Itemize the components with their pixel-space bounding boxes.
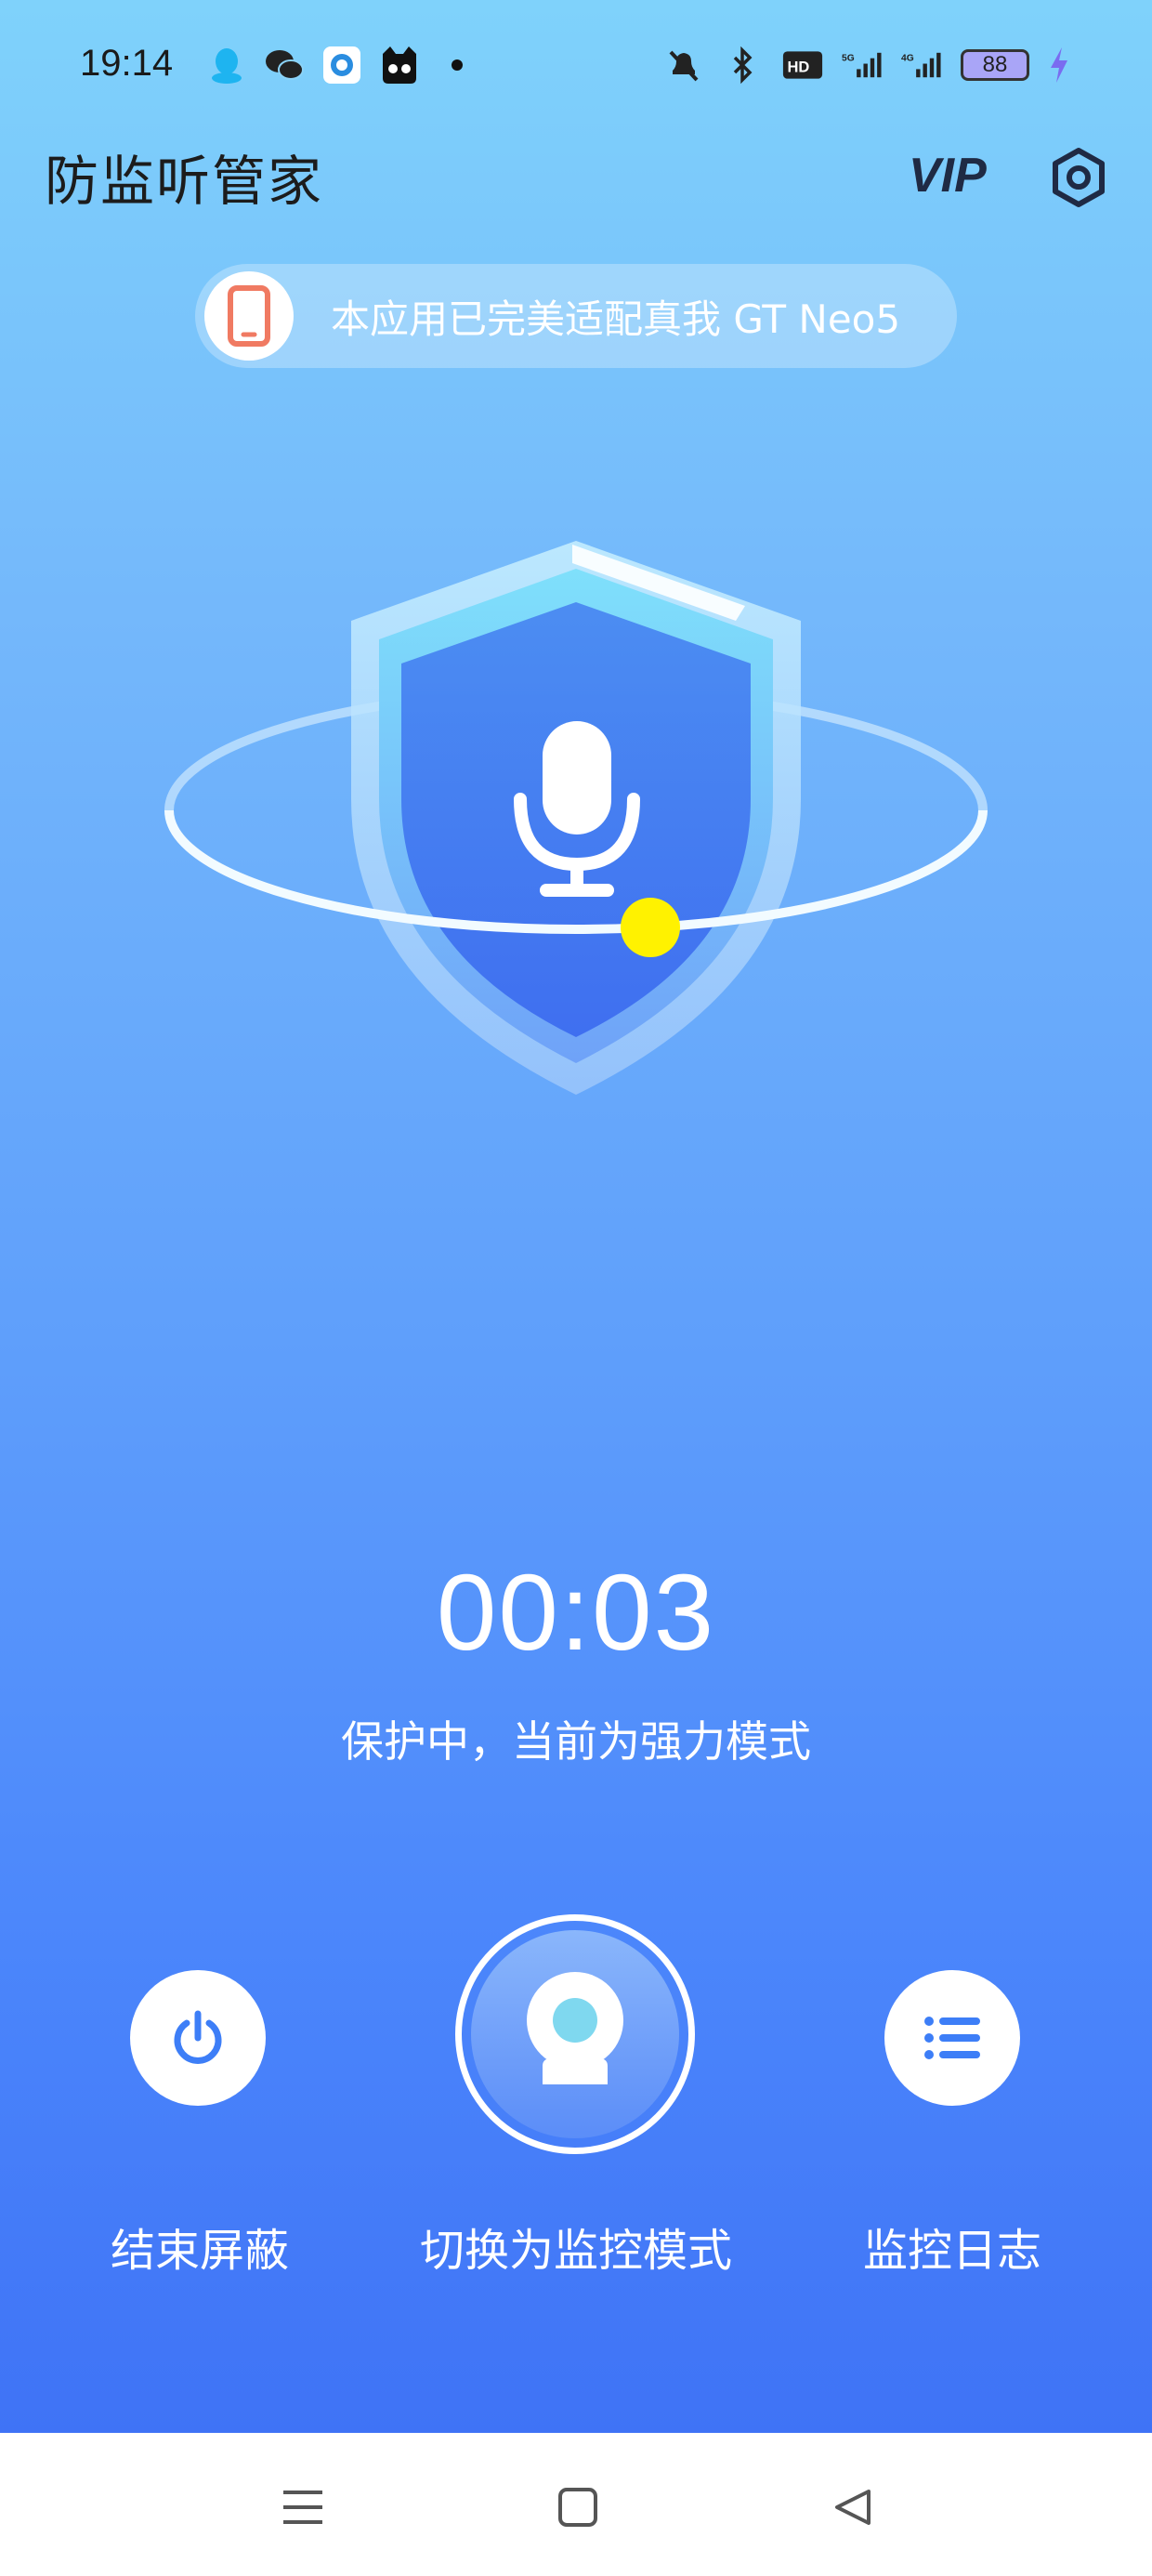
- status-time: 19:14: [80, 43, 174, 84]
- mute-icon: [663, 45, 704, 85]
- power-icon: [174, 2010, 222, 2064]
- monitor-log-label: 监控日志: [862, 2225, 1041, 2277]
- switch-monitor-mode-label: 切换为监控模式: [419, 2225, 732, 2277]
- protection-status-text: 保护中，当前为强力模式: [341, 1716, 811, 1767]
- dot-icon: [437, 45, 478, 85]
- device-adapt-banner: 本应用已完美适配真我 GT Neo5: [195, 264, 957, 368]
- list-icon: [924, 2017, 980, 2059]
- status-left-icons: [206, 45, 478, 85]
- home-square-icon: [558, 2488, 597, 2527]
- settings-button[interactable]: [1048, 147, 1109, 208]
- system-nav-bar: [0, 2433, 1152, 2576]
- battery-icon: 88: [961, 49, 1029, 81]
- qq-icon: [206, 45, 247, 85]
- status-right-icons: HD 5G 4G 88: [663, 45, 1070, 85]
- charging-icon: [1048, 45, 1070, 85]
- phone-icon: [204, 271, 294, 361]
- hd-icon: HD: [782, 45, 823, 85]
- svg-text:4G: 4G: [901, 54, 914, 64]
- cat-app-icon: [379, 45, 420, 85]
- end-shield-button[interactable]: [130, 1970, 266, 2106]
- monitor-log-button[interactable]: [884, 1970, 1020, 2106]
- end-shield-label: 结束屏蔽: [110, 2225, 289, 2277]
- orbit-dot: [621, 898, 680, 957]
- nav-home-button[interactable]: [544, 2474, 611, 2541]
- 5g-signal-icon: 5G: [842, 45, 883, 85]
- svg-text:5G: 5G: [842, 54, 855, 64]
- 4g-signal-icon: 4G: [901, 45, 942, 85]
- protection-timer: 00:03: [436, 1552, 716, 1673]
- nav-menu-button[interactable]: [269, 2474, 336, 2541]
- switch-monitor-mode-button[interactable]: [455, 1914, 695, 2154]
- webcam-icon: [527, 1972, 623, 2084]
- svg-text:HD: HD: [788, 59, 810, 75]
- svg-text:VIP: VIP: [909, 149, 987, 201]
- switch-monitor-mode-inner: [471, 1930, 679, 2138]
- vip-icon: VIP: [909, 149, 987, 203]
- wechat-icon: [264, 45, 305, 85]
- app-screen: 19:14 HD 5G 4G 88 防监听管家 VIP 本应用已完美适配真我 G…: [0, 0, 1152, 2433]
- vip-button[interactable]: VIP: [909, 149, 1013, 203]
- app-title: 防监听管家: [45, 150, 324, 213]
- protection-shield-illustration: [139, 520, 1013, 1115]
- menu-icon: [283, 2491, 322, 2524]
- banner-text: 本应用已完美适配真我 GT Neo5: [331, 296, 901, 342]
- back-triangle-icon: [835, 2490, 871, 2525]
- nav-back-button[interactable]: [819, 2474, 886, 2541]
- bluetooth-icon: [723, 45, 764, 85]
- gear-icon: [1053, 148, 1105, 207]
- app-circle-icon: [321, 45, 362, 85]
